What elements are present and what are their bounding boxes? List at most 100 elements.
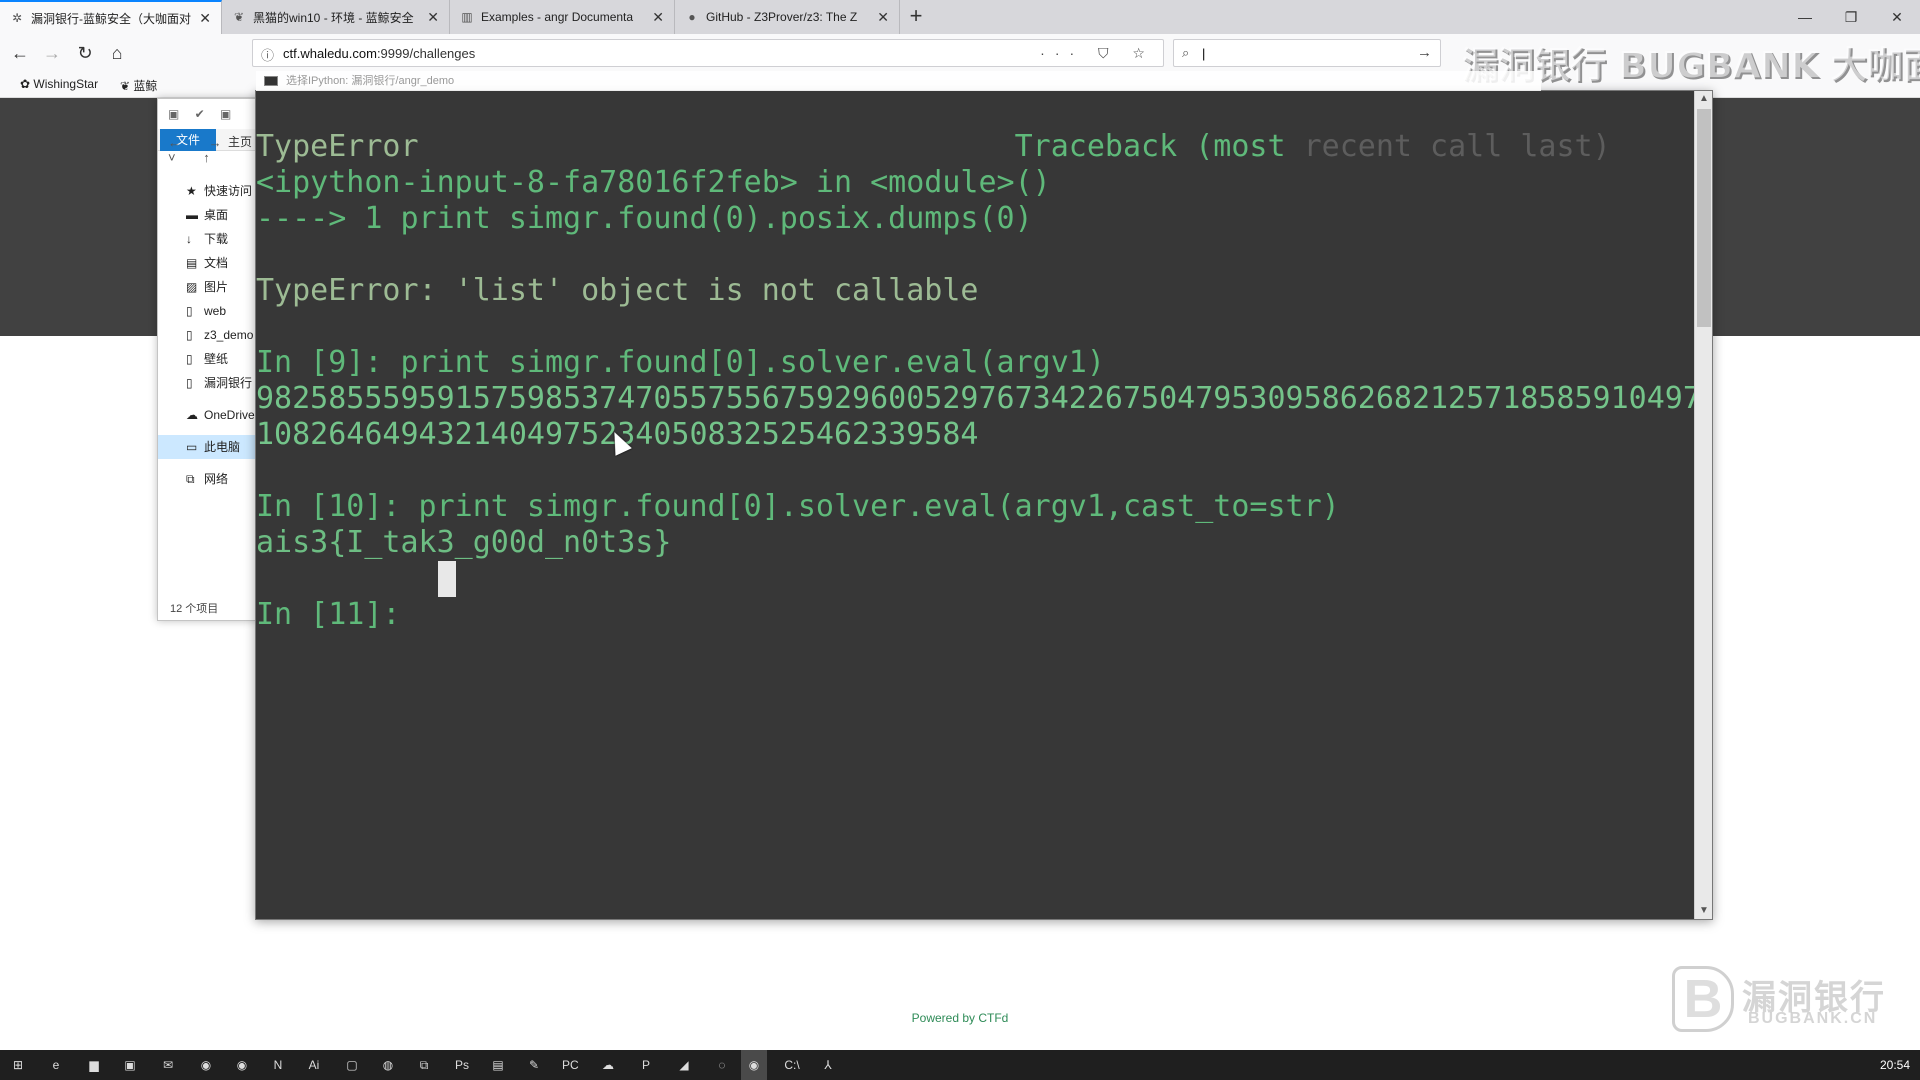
edge-icon[interactable]: e <box>48 1057 64 1073</box>
bug-icon: ✲ <box>11 11 23 25</box>
bugbank-logo: B 漏洞银行 BUGBANK.CN <box>1672 966 1884 1034</box>
picture-icon: ▨ <box>186 280 198 294</box>
console-line: ----> 1 print simgr.found(0).posix.dumps… <box>256 201 1033 236</box>
app-icon[interactable]: ◌ <box>714 1057 730 1073</box>
console-line: In [9]: print simgr.found[0].solver.eval… <box>256 345 1105 380</box>
nav-item-documents[interactable]: ▤ 文档 <box>158 251 258 275</box>
app-icon[interactable]: ⧉ <box>416 1057 432 1073</box>
console-line: TypeError Traceback (most recent call la… <box>256 129 1694 165</box>
nav-item-onedrive[interactable]: ☁ OneDrive <box>158 403 258 427</box>
restore-button[interactable]: ❐ <box>1828 0 1874 34</box>
system-clock[interactable]: 20:54 <box>1880 1058 1910 1072</box>
nav-item-bugbank[interactable]: ▯ 漏洞银行 <box>158 371 258 395</box>
nav-item-label: 网络 <box>204 472 229 486</box>
console-scrollbar[interactable]: ▲ ▼ <box>1694 91 1712 919</box>
scroll-up-icon[interactable]: ▲ <box>1695 91 1713 107</box>
tab-bar: ✲ 漏洞银行-蓝鲸安全（大咖面对 ✕ ❦ 黑猫的win10 - 环境 - 蓝鲸安… <box>0 0 1920 34</box>
quick-access-toolbar[interactable]: ▣ ✔ ▣ <box>168 107 237 121</box>
error-type: TypeError <box>256 129 1015 164</box>
close-window-button[interactable]: ✕ <box>1874 0 1920 34</box>
app-icon[interactable]: ◉ <box>198 1057 214 1073</box>
item-count: 12 个项目 <box>170 603 219 615</box>
folder-icon: ▯ <box>186 376 193 390</box>
url-path: :9999/challenges <box>376 46 476 61</box>
console-line: 9825855595915759853747055755675929600529… <box>256 381 1694 417</box>
nav-item-label: 漏洞银行 <box>204 376 253 390</box>
tab-github-z3[interactable]: ● GitHub - Z3Prover/z3: The Z ✕ <box>675 0 900 34</box>
app-icon[interactable]: ⅄ <box>820 1057 836 1073</box>
app-icon[interactable]: ◉ <box>234 1057 250 1073</box>
nav-item-web[interactable]: ▯ web <box>158 299 258 323</box>
home-button[interactable]: ⌂ <box>104 40 130 66</box>
wechat-icon[interactable]: ☁ <box>600 1057 616 1073</box>
bookmark-lanjing[interactable]: ❦ 蓝鲸 <box>120 77 157 94</box>
url-host: ctf.whaledu.com <box>283 46 377 61</box>
console-titlebar: 选择IPython: 漏洞银行/angr_demo <box>256 71 1541 91</box>
bookmark-wishingstar[interactable]: ✿ WishingStar <box>20 77 98 91</box>
app-icon[interactable]: ◢ <box>676 1057 692 1073</box>
powered-by-footer[interactable]: Powered by CTFd <box>0 1011 1920 1025</box>
search-bar[interactable]: ⌕ → <box>1173 39 1441 67</box>
new-tab-button[interactable]: + <box>903 4 929 30</box>
forward-button[interactable]: → <box>39 40 65 66</box>
nav-item-network[interactable]: ⧉ 网络 <box>158 467 258 491</box>
mail-icon[interactable]: ✉ <box>160 1057 176 1073</box>
nav-item-desktop[interactable]: ▬ 桌面 <box>158 203 258 227</box>
illustrator-icon[interactable]: Ai <box>306 1057 322 1073</box>
app-icon[interactable]: ✎ <box>526 1057 542 1073</box>
desktop-icon: ▬ <box>186 208 198 222</box>
console-line: 1082646494321404975234050832525462339584 <box>256 417 1694 453</box>
nav-item-this-pc[interactable]: ▭ 此电脑 <box>158 435 258 459</box>
photoshop-icon[interactable]: Ps <box>454 1057 470 1073</box>
close-icon[interactable]: ✕ <box>877 9 889 26</box>
reload-icon: ↻ <box>77 43 93 63</box>
minimize-button[interactable]: — <box>1782 0 1828 34</box>
tab-bugbank[interactable]: ✲ 漏洞银行-蓝鲸安全（大咖面对 ✕ <box>0 0 222 34</box>
explorer-nav-buttons[interactable]: ← → ˅ ↑ <box>168 135 258 165</box>
bookmark-label: WishingStar <box>33 77 99 91</box>
search-input[interactable] <box>1202 44 1402 62</box>
close-icon[interactable]: ✕ <box>652 9 664 26</box>
app-icon[interactable]: P <box>638 1057 654 1073</box>
file-explorer-icon[interactable]: ▆ <box>86 1057 102 1073</box>
tab-angr[interactable]: ▥ Examples - angr Documenta ✕ <box>450 0 675 34</box>
download-icon: ↓ <box>186 232 192 246</box>
app-icon[interactable]: N <box>270 1057 286 1073</box>
nav-item-z3-demo[interactable]: ▯ z3_demo <box>158 323 258 347</box>
close-icon[interactable]: ✕ <box>427 9 439 26</box>
nav-item-wallpaper[interactable]: ▯ 壁纸 <box>158 347 258 371</box>
eval-result: 9825855595915759853747055755675929600529… <box>256 381 1694 416</box>
back-button[interactable]: ← <box>7 40 33 66</box>
app-icon[interactable]: ▢ <box>344 1057 360 1073</box>
close-icon[interactable]: ✕ <box>199 10 211 27</box>
file-explorer-window[interactable]: ▣ ✔ ▣ 文件 主页 ← → ˅ ↑ ★ 快速访问 ▬ 桌面 ↓ 下载 ▤ 文档 ▨ 图… <box>157 98 259 621</box>
console-output[interactable]: TypeError Traceback (most recent call la… <box>256 91 1694 919</box>
nav-item-pictures[interactable]: ▨ 图片 <box>158 275 258 299</box>
app-icon[interactable]: ◍ <box>380 1057 396 1073</box>
go-arrow-icon[interactable]: → <box>1417 44 1432 61</box>
firefox-icon[interactable]: ◉ <box>741 1050 767 1080</box>
nav-item-quick-access[interactable]: ★ 快速访问 <box>158 179 258 203</box>
network-icon: ⧉ <box>186 472 195 486</box>
nav-item-downloads[interactable]: ↓ 下载 <box>158 227 258 251</box>
notepad-icon[interactable]: ▤ <box>490 1057 506 1073</box>
windows-start-icon[interactable]: ⊞ <box>10 1057 26 1073</box>
scroll-down-icon[interactable]: ▼ <box>1695 903 1713 919</box>
console-line: TypeError: 'list' object is not callable <box>256 273 1694 309</box>
ipython-console-window[interactable]: 选择IPython: 漏洞银行/angr_demo TypeError Trac… <box>255 71 1713 920</box>
scrollbar-thumb[interactable] <box>1697 109 1711 327</box>
terminal-icon[interactable]: C:\ <box>784 1057 800 1073</box>
pycharm-icon[interactable]: PC <box>562 1057 579 1073</box>
page-actions-icons[interactable]: ··· ⛉ ☆ <box>1040 45 1155 62</box>
store-icon[interactable]: ▣ <box>122 1057 138 1073</box>
url-text[interactable]: ctf.whaledu.com:9999/challenges <box>283 46 475 61</box>
reload-button[interactable]: ↻ <box>72 40 98 66</box>
info-icon[interactable]: ⓘ <box>261 45 274 64</box>
tab-win10[interactable]: ❦ 黑猫的win10 - 环境 - 蓝鲸安全 ✕ <box>222 0 450 34</box>
console-prompt[interactable]: In [11]: <box>256 597 1694 633</box>
address-bar[interactable]: ⓘ ctf.whaledu.com:9999/challenges ··· ⛉ … <box>252 39 1164 67</box>
nav-item-label: 壁纸 <box>204 352 229 366</box>
